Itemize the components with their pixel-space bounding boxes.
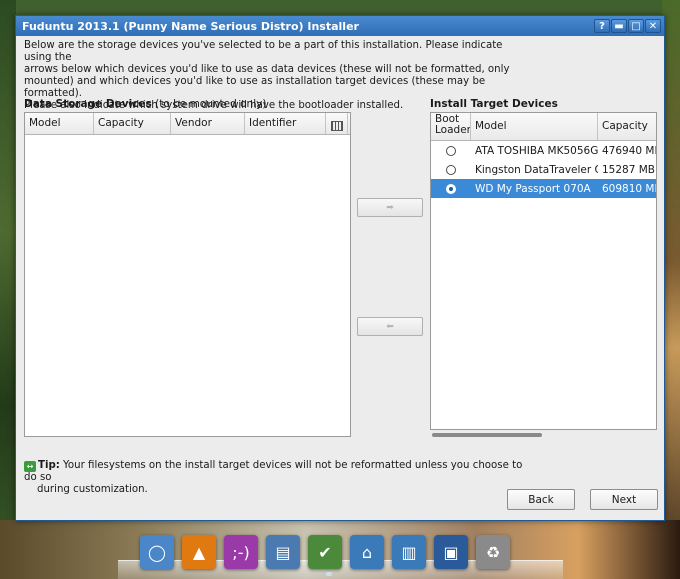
column-chooser-button[interactable] (326, 113, 348, 134)
column-identifier[interactable]: Identifier (245, 113, 326, 134)
boot-loader-radio[interactable] (446, 145, 456, 156)
minimize-icon[interactable]: ▬ (611, 19, 627, 33)
tip-line-2: during customization. (37, 484, 148, 495)
installer-icon[interactable]: ✔ (308, 535, 342, 569)
table-row[interactable]: Kingston DataTraveler G2 15287 MB (431, 160, 656, 179)
install-target-heading: Install Target Devices (430, 98, 558, 110)
arrow-left-icon: ⬅ (386, 321, 394, 332)
column-capacity[interactable]: Capacity (94, 113, 171, 134)
maximize-icon[interactable]: □ (628, 19, 644, 33)
column-boot-loader-line: Loader (435, 124, 471, 136)
chromium-icon[interactable]: ◯ (140, 535, 174, 569)
columns-icon (330, 120, 343, 131)
move-left-button[interactable]: ⬅ (357, 317, 423, 336)
install-target-header: Boot Loader Model Capacity (431, 113, 656, 141)
help-icon[interactable]: ? (594, 19, 610, 33)
documents-folder-icon[interactable]: ▥ (392, 535, 426, 569)
instructions-line: mounted) and which devices you'd like to… (24, 76, 486, 99)
close-icon[interactable]: ✕ (645, 19, 661, 33)
next-button[interactable]: Next (590, 489, 658, 510)
boot-loader-radio[interactable] (446, 164, 456, 175)
instructions-line: Below are the storage devices you've sel… (24, 40, 503, 63)
model-cell: WD My Passport 070A (475, 182, 591, 195)
model-cell: ATA TOSHIBA MK5056GS (475, 144, 598, 157)
window-title: Fuduntu 2013.1 (Punny Name Serious Distr… (22, 19, 359, 33)
arrow-right-icon: ➡ (386, 202, 394, 213)
column-model[interactable]: Model (25, 113, 94, 134)
boot-loader-cell (431, 145, 471, 156)
boot-loader-cell (431, 164, 471, 175)
column-boot-loader[interactable]: Boot Loader (431, 113, 471, 140)
capacity-cell: 15287 MB (602, 163, 656, 176)
install-target-title: Install Target Devices (430, 98, 558, 110)
table-row-selected[interactable]: WD My Passport 070A 609810 MB (431, 179, 656, 198)
tip-icon: ↔ (24, 461, 36, 472)
install-target-table[interactable]: Boot Loader Model Capacity ATA TOSHIBA M… (430, 112, 657, 430)
document-viewer-icon[interactable]: ▤ (266, 535, 300, 569)
horizontal-scrollbar[interactable] (432, 433, 542, 437)
data-storage-subtitle: (to be mounted only) (151, 98, 267, 110)
content-area: Below are the storage devices you've sel… (24, 40, 658, 520)
tip-label: Tip: (38, 460, 60, 471)
trash-icon[interactable]: ♻ (476, 535, 510, 569)
column-capacity[interactable]: Capacity (598, 113, 656, 140)
wallpaper-left (0, 0, 16, 579)
capacity-cell: 609810 MB (602, 182, 656, 195)
chat-icon[interactable]: ;-) (224, 535, 258, 569)
data-storage-header: Model Capacity Vendor Identifier (25, 113, 350, 135)
table-row[interactable]: ATA TOSHIBA MK5056GS 476940 MB (431, 141, 656, 160)
data-storage-heading: Data Storage Devices (to be mounted only… (24, 98, 266, 110)
column-model[interactable]: Model (471, 113, 598, 140)
column-vendor[interactable]: Vendor (171, 113, 245, 134)
dock: ◯ ▲ ;-) ▤ ✔ ⌂ ▥ ▣ ♻ (130, 522, 550, 579)
instructions-line: arrows below which devices you'd like to… (24, 64, 510, 75)
boot-loader-cell (431, 183, 471, 194)
dock-running-indicator (326, 572, 332, 576)
tip-text: ↔ Tip: Your filesystems on the install ta… (24, 460, 524, 496)
title-bar[interactable]: Fuduntu 2013.1 (Punny Name Serious Distr… (16, 16, 664, 36)
tip-line: ↔ Tip: Your filesystems on the install ta… (24, 460, 524, 484)
model-cell: Kingston DataTraveler G2 (475, 163, 598, 176)
vlc-icon[interactable]: ▲ (182, 535, 216, 569)
back-button[interactable]: Back (507, 489, 575, 510)
capacity-cell: 476940 MB (602, 144, 656, 157)
home-folder-icon[interactable]: ⌂ (350, 535, 384, 569)
window-controls: ? ▬ □ ✕ (594, 19, 661, 33)
installer-window: Fuduntu 2013.1 (Punny Name Serious Distr… (15, 15, 665, 521)
boot-loader-radio-checked[interactable] (446, 183, 456, 194)
move-right-button[interactable]: ➡ (357, 198, 423, 217)
data-storage-table[interactable]: Model Capacity Vendor Identifier (24, 112, 351, 437)
tip-line-1: Your filesystems on the install target d… (24, 460, 523, 483)
terminal-icon[interactable]: ▣ (434, 535, 468, 569)
data-storage-title: Data Storage Devices (24, 98, 152, 110)
